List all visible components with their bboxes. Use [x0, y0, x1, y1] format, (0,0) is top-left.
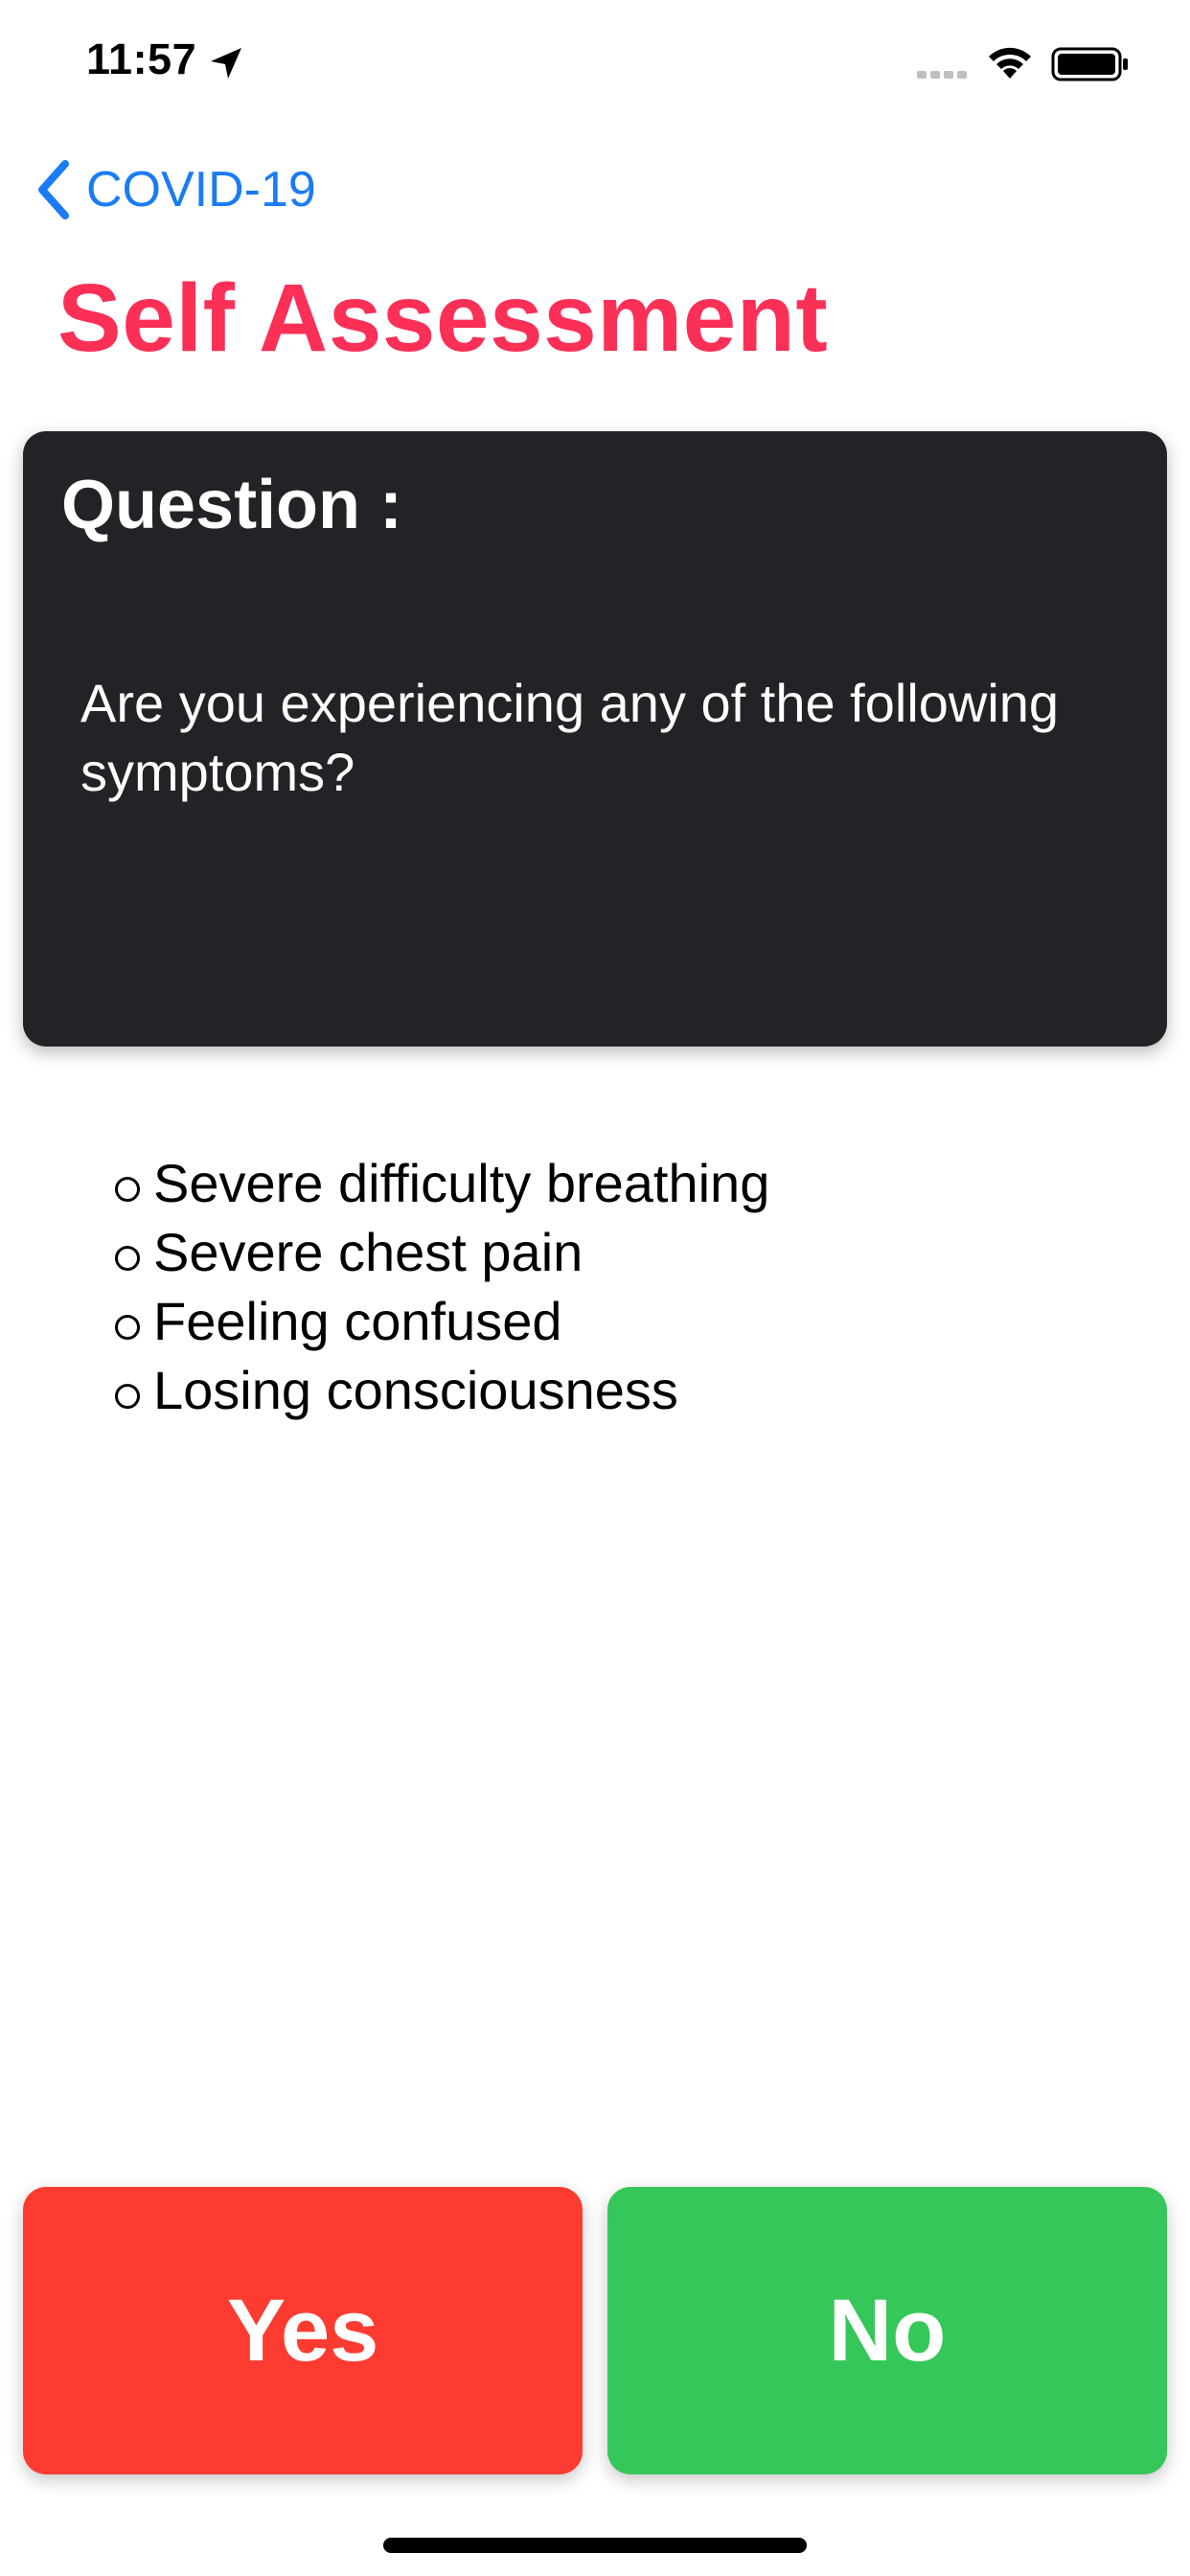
- battery-icon: [1051, 47, 1128, 81]
- circle-bullet-icon: [115, 1384, 140, 1409]
- page-title: Self Assessment: [57, 264, 829, 372]
- symptom-label: Losing consciousness: [153, 1359, 678, 1420]
- circle-bullet-icon: [115, 1246, 140, 1271]
- chevron-left-icon: [38, 160, 69, 219]
- symptom-label: Severe chest pain: [153, 1221, 584, 1282]
- screen: 11:57 COVID-19 Self Assessment Question …: [0, 0, 1190, 2576]
- no-button[interactable]: No: [607, 2187, 1167, 2474]
- question-heading: Question :: [61, 467, 402, 543]
- signal-icon: [917, 71, 967, 79]
- location-arrow-icon: [211, 48, 241, 79]
- question-text: Are you experiencing any of the followin…: [80, 673, 1060, 802]
- symptom-label: Severe difficulty breathing: [153, 1152, 770, 1213]
- back-button[interactable]: COVID-19: [34, 156, 316, 223]
- symptom-item: Losing consciousness: [115, 1355, 769, 1424]
- symptom-label: Feeling confused: [153, 1290, 562, 1351]
- symptom-item: Feeling confused: [115, 1286, 769, 1355]
- circle-bullet-icon: [115, 1177, 140, 1202]
- home-indicator[interactable]: [383, 2538, 807, 2553]
- symptom-item: Severe difficulty breathing: [115, 1148, 769, 1217]
- circle-bullet-icon: [115, 1315, 140, 1340]
- yes-button[interactable]: Yes: [23, 2187, 583, 2474]
- status-time: 11:57: [86, 34, 197, 83]
- symptom-item: Severe chest pain: [115, 1217, 769, 1286]
- back-button-label: COVID-19: [86, 162, 316, 218]
- question-card: Question : Are you experiencing any of t…: [23, 431, 1167, 1046]
- wifi-icon: [989, 47, 1031, 79]
- symptom-list: Severe difficulty breathing Severe chest…: [115, 1148, 769, 1424]
